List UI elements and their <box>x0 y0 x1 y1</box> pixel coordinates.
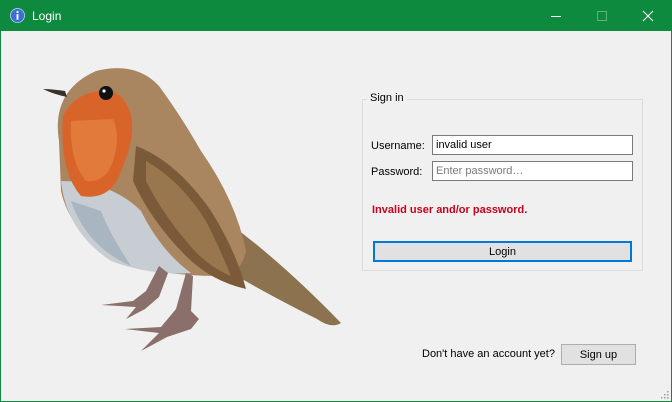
login-window: Login Sign in Username: invalid user Pas… <box>0 0 672 402</box>
robin-bird-image <box>43 68 341 351</box>
username-field[interactable] <box>432 135 633 155</box>
close-button[interactable] <box>625 1 671 31</box>
login-button[interactable]: Login <box>373 241 632 262</box>
signup-button[interactable]: Sign up <box>561 344 636 365</box>
password-label: Password: <box>371 166 423 178</box>
close-icon <box>642 10 654 22</box>
signin-group-title: Sign in <box>367 92 407 104</box>
username-label: Username: <box>371 140 425 152</box>
minimize-icon <box>551 16 561 17</box>
error-message: Invalid user and/or password. <box>372 204 528 216</box>
maximize-icon <box>597 11 607 21</box>
window-title: Login <box>32 9 62 23</box>
signup-prompt: Don't have an account yet? <box>422 348 555 360</box>
info-icon <box>10 8 25 23</box>
password-field[interactable] <box>432 161 633 181</box>
resize-grip-icon[interactable] <box>659 389 669 399</box>
minimize-button[interactable] <box>533 1 579 31</box>
title-bar[interactable]: Login <box>1 1 671 31</box>
maximize-button[interactable] <box>579 1 625 31</box>
